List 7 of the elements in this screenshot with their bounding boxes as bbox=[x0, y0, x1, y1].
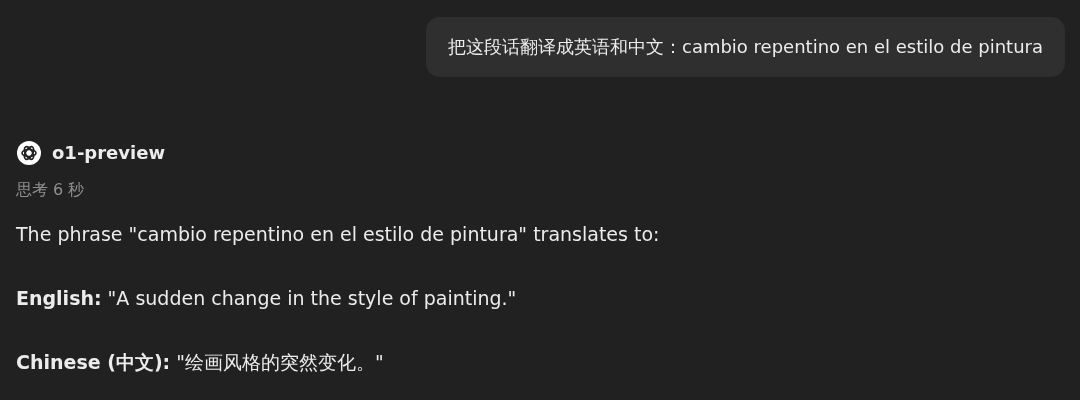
user-message: 把这段话翻译成英语和中文：cambio repentino en el estilo de pintura bbox=[426, 17, 1065, 77]
thinking-time: 思考 6 秒 bbox=[16, 179, 85, 201]
model-name: o1-preview bbox=[52, 141, 166, 165]
response-paragraph: The phrase "cambio repentino en el estilo de pintura" translates to: bbox=[16, 222, 660, 247]
response-paragraph: English: "A sudden change in the style of painting." bbox=[16, 286, 517, 311]
response-paragraph: Chinese (中文): "绘画风格的突然变化。" bbox=[16, 350, 384, 375]
model-logo-icon bbox=[16, 139, 42, 166]
